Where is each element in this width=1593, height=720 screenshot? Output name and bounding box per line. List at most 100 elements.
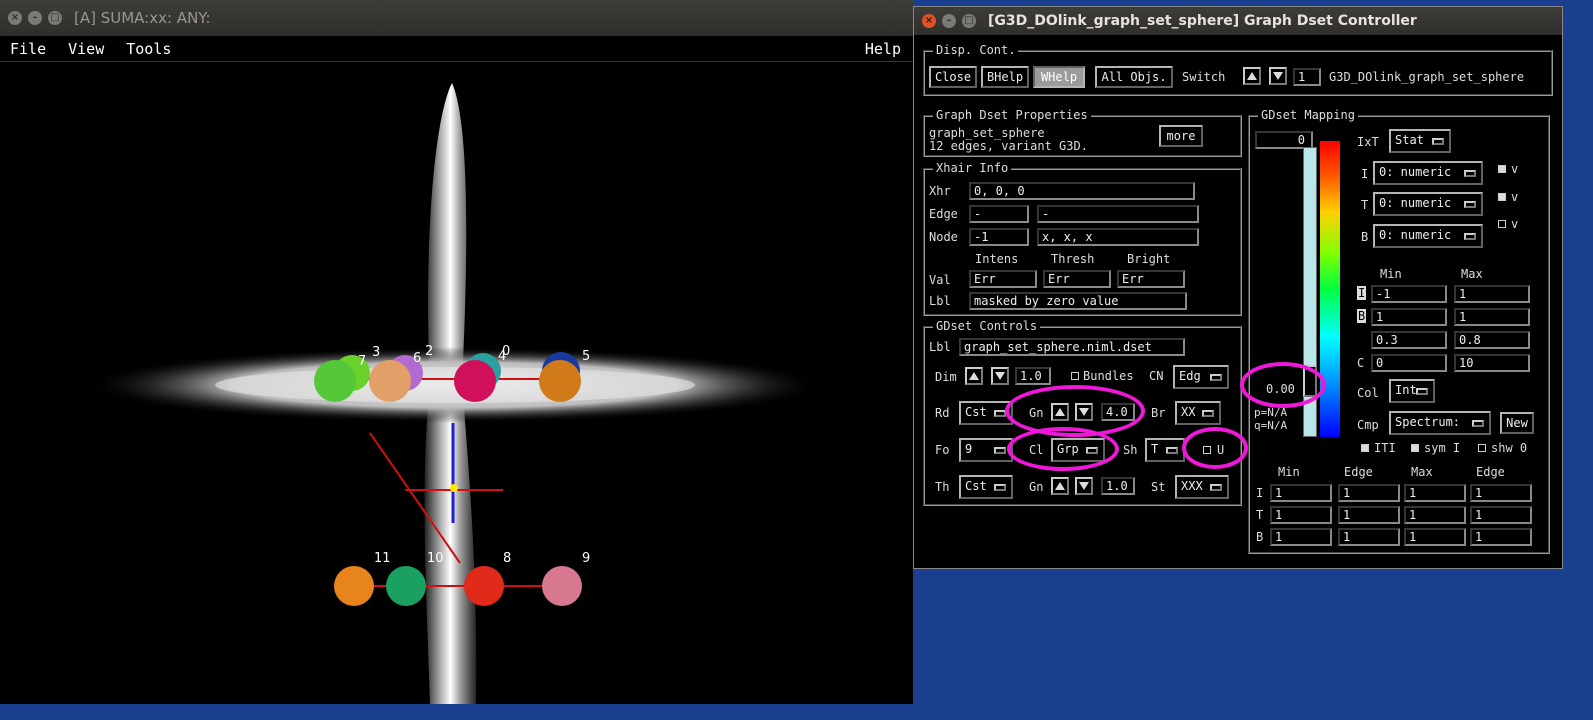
bundles-checkbox[interactable]: [1071, 372, 1079, 380]
table-cell[interactable]: 1: [1470, 506, 1532, 524]
graph-node[interactable]: [386, 566, 426, 606]
gn2-up-arrow-icon[interactable]: [1051, 477, 1069, 495]
iti-checkbox[interactable]: [1361, 444, 1369, 452]
more-button[interactable]: more: [1159, 125, 1203, 147]
switch-down-arrow-icon[interactable]: [1269, 67, 1287, 85]
menu-file[interactable]: File: [10, 40, 46, 58]
controller-body: Disp. Cont. Close BHelp WHelp All Objs. …: [914, 35, 1562, 568]
sh-menu[interactable]: T: [1145, 438, 1185, 462]
table-cell[interactable]: 1: [1404, 484, 1466, 502]
b-visible-checkbox[interactable]: [1498, 220, 1506, 228]
st-menu[interactable]: XXX: [1175, 475, 1229, 499]
range-b-toggle[interactable]: B: [1357, 309, 1367, 323]
shw-0-label: shw 0: [1491, 441, 1528, 455]
range-i-toggle[interactable]: I: [1357, 286, 1367, 300]
table-cell[interactable]: 1: [1404, 506, 1466, 524]
range-i-max-field[interactable]: 1: [1454, 285, 1530, 303]
st-label: St: [1151, 480, 1166, 494]
col-menu[interactable]: Int: [1389, 379, 1435, 403]
dropdown-indicator-icon: [1210, 374, 1222, 381]
gn2-down-arrow-icon[interactable]: [1075, 477, 1093, 495]
dropdown-indicator-icon: [1472, 420, 1484, 427]
controller-titlebar: × – □ [G3D_DOlink_graph_set_sphere] Grap…: [914, 7, 1562, 35]
node-label: 3: [372, 345, 380, 360]
table-cell[interactable]: 1: [1338, 528, 1400, 546]
table-cell[interactable]: 1: [1270, 506, 1332, 524]
i-visible-checkbox[interactable]: [1498, 165, 1506, 173]
rd-label: Rd: [935, 406, 950, 420]
node-label: 9: [582, 551, 590, 566]
range-c-max-field[interactable]: 10: [1454, 354, 1530, 372]
graph-node[interactable]: [464, 566, 504, 606]
b-column-value: 0: numeric: [1379, 228, 1452, 242]
range-b2-max-field[interactable]: 0.8: [1454, 331, 1530, 349]
fo-menu[interactable]: 9: [959, 438, 1013, 462]
maximize-icon[interactable]: □: [962, 14, 976, 28]
all-objs-button[interactable]: All Objs.: [1095, 66, 1173, 88]
table-cell[interactable]: 1: [1270, 484, 1332, 502]
range-c-min-field[interactable]: 0: [1371, 354, 1447, 372]
menu-help[interactable]: Help: [865, 40, 901, 58]
dim-up-arrow-icon[interactable]: [965, 367, 983, 385]
menu-tools[interactable]: Tools: [126, 40, 171, 58]
close-icon[interactable]: ×: [922, 14, 936, 28]
graph-node[interactable]: [369, 360, 411, 402]
edge-field[interactable]: -: [969, 205, 1029, 223]
br-menu[interactable]: XX: [1175, 401, 1221, 425]
dropdown-indicator-icon: [1202, 410, 1214, 417]
i-column-menu[interactable]: 0: numeric: [1373, 161, 1483, 185]
graph-node[interactable]: [314, 360, 356, 402]
table-cell[interactable]: 1: [1338, 484, 1400, 502]
switch-up-arrow-icon[interactable]: [1243, 67, 1261, 85]
range-b2-min-field[interactable]: 0.3: [1371, 331, 1447, 349]
cmp-menu[interactable]: Spectrum:: [1389, 411, 1491, 435]
dim-down-arrow-icon[interactable]: [991, 367, 1009, 385]
whelp-button[interactable]: WHelp: [1033, 66, 1085, 88]
graph-node[interactable]: [542, 566, 582, 606]
switch-index-field[interactable]: 1: [1293, 68, 1321, 86]
xhr-field[interactable]: 0, 0, 0: [969, 182, 1195, 200]
table-cell[interactable]: 1: [1470, 528, 1532, 546]
th-menu[interactable]: Cst: [959, 475, 1013, 499]
table-header: Max: [1411, 465, 1433, 479]
graph-node[interactable]: [454, 360, 496, 402]
new-colormap-button[interactable]: New: [1500, 412, 1534, 434]
graph-node[interactable]: [334, 566, 374, 606]
close-icon[interactable]: ×: [8, 11, 22, 25]
cmp-menu-value: Spectrum:: [1395, 415, 1461, 429]
sym-i-checkbox[interactable]: [1411, 444, 1419, 452]
minimize-icon[interactable]: –: [28, 11, 42, 25]
range-i-min-field[interactable]: -1: [1371, 285, 1447, 303]
table-cell[interactable]: 1: [1470, 484, 1532, 502]
dset-name-label[interactable]: G3D_DOlink_graph_set_sphere: [1329, 70, 1524, 84]
close-button[interactable]: Close: [929, 66, 977, 88]
table-cell[interactable]: 1: [1338, 506, 1400, 524]
table-header: Edge: [1344, 465, 1373, 479]
st-menu-value: XXX: [1181, 479, 1203, 493]
ixt-menu[interactable]: Stat: [1389, 129, 1451, 153]
node-field[interactable]: -1: [969, 228, 1029, 246]
maximize-icon[interactable]: □: [48, 11, 62, 25]
3d-graph-viewer[interactable]: 7 3 6 2 0 4 5 11 10 8 9: [0, 63, 913, 704]
minimize-icon[interactable]: –: [942, 14, 956, 28]
controls-lbl-field[interactable]: graph_set_sphere.niml.dset: [959, 338, 1185, 356]
range-b-min-field[interactable]: 1: [1371, 308, 1447, 326]
table-cell[interactable]: 1: [1404, 528, 1466, 546]
bhelp-button[interactable]: BHelp: [981, 66, 1029, 88]
node-label: 2: [425, 344, 433, 359]
b-column-menu[interactable]: 0: numeric: [1373, 224, 1483, 248]
table-header: Min: [1278, 465, 1300, 479]
table-cell[interactable]: 1: [1270, 528, 1332, 546]
range-b-max-field[interactable]: 1: [1454, 308, 1530, 326]
dim-field[interactable]: 1.0: [1015, 367, 1051, 385]
shw-0-checkbox[interactable]: [1478, 444, 1486, 452]
b-label: B: [1361, 230, 1369, 244]
dropdown-indicator-icon: [1432, 138, 1444, 145]
cn-menu[interactable]: Edg: [1173, 365, 1229, 389]
v-label: v: [1511, 162, 1519, 176]
menu-view[interactable]: View: [68, 40, 104, 58]
gn2-field[interactable]: 1.0: [1101, 477, 1135, 495]
t-visible-checkbox[interactable]: [1498, 193, 1506, 201]
graph-node[interactable]: [539, 360, 581, 402]
t-column-menu[interactable]: 0: numeric: [1373, 192, 1483, 216]
